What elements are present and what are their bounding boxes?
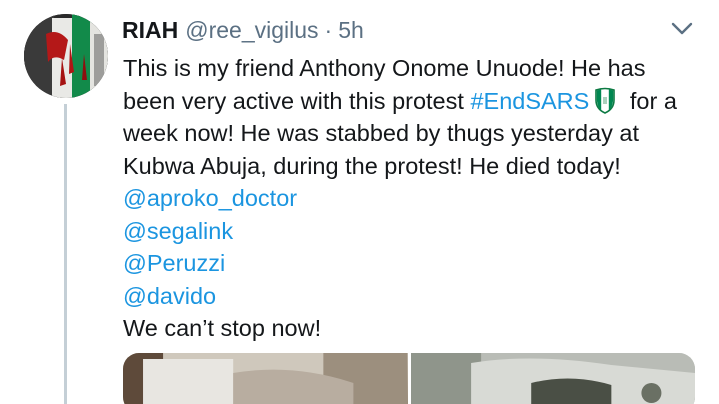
- tweet-text-segment: been very active with this protest: [123, 87, 471, 114]
- tweet-text-line: week now! He was stabbed by thugs yester…: [123, 120, 639, 146]
- user-handle[interactable]: @ree_vigilus: [185, 17, 318, 44]
- thread-line: [64, 104, 67, 404]
- display-name[interactable]: RIAH: [122, 17, 178, 44]
- tweet-text: This is my friend Anthony Onome Unuode! …: [123, 52, 713, 345]
- tweet-text-line: been very active with this protest #EndS…: [123, 85, 713, 118]
- tweet-text-line: We can’t stop now!: [123, 315, 322, 341]
- tweet[interactable]: RIAH @ree_vigilus · 5h This is my friend…: [0, 0, 719, 404]
- mention-link-peruzzi[interactable]: @Peruzzi: [123, 247, 713, 280]
- avatar[interactable]: [24, 14, 108, 98]
- media-photo[interactable]: [123, 353, 408, 404]
- mention-link-aproko-doctor[interactable]: @aproko_doctor: [123, 182, 713, 215]
- tweet-text-segment: for a: [623, 87, 677, 114]
- media-photo[interactable]: [410, 353, 695, 404]
- hashtag-link[interactable]: #EndSARS: [470, 88, 589, 114]
- timestamp[interactable]: 5h: [338, 17, 364, 44]
- mention-link-segalink[interactable]: @segalink: [123, 215, 713, 248]
- tweet-menu-button[interactable]: [668, 18, 696, 40]
- tweet-text-line: Kubwa Abuja, during the protest! He died…: [123, 152, 621, 179]
- separator-dot: ·: [324, 16, 333, 43]
- nigeria-flag-shield-icon: [593, 87, 617, 114]
- mention-link-davido[interactable]: @davido: [123, 280, 713, 313]
- media-grid: [123, 353, 695, 404]
- tweet-text-line: This is my friend Anthony Onome Unuode! …: [123, 55, 646, 81]
- chevron-down-icon: [671, 22, 693, 35]
- tweet-header: RIAH @ree_vigilus · 5h: [122, 14, 364, 46]
